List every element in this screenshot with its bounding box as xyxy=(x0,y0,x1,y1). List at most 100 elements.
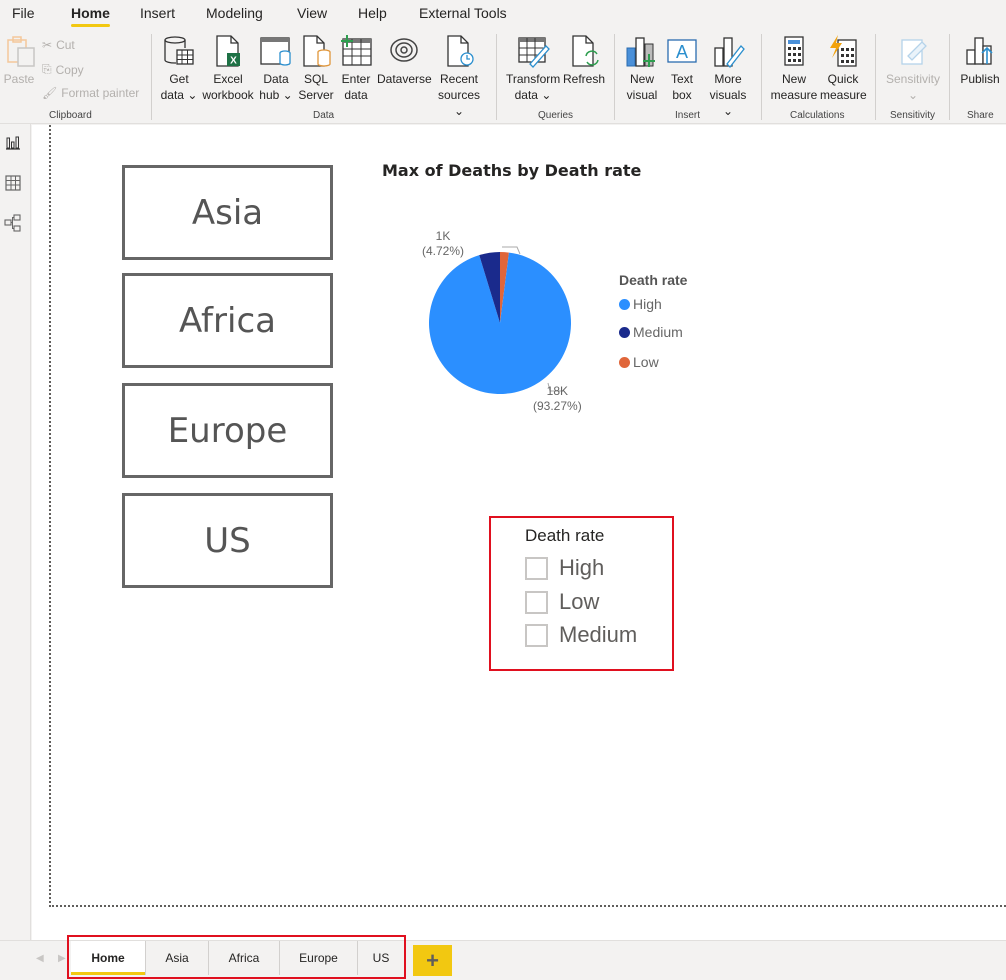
page-tab-home[interactable]: Home xyxy=(71,941,146,975)
menu-file[interactable]: File xyxy=(12,5,35,21)
menu-view[interactable]: View xyxy=(297,5,327,21)
group-label-queries: Queries xyxy=(538,110,574,121)
legend-item-high[interactable]: High xyxy=(619,296,662,312)
slicer-option-high[interactable]: High xyxy=(525,555,604,581)
group-label-sensitivity: Sensitivity xyxy=(890,110,936,121)
report-canvas: Asia Africa Europe US Max of Deaths by D… xyxy=(32,125,1006,940)
new-visual-icon xyxy=(625,34,659,68)
menu-modeling[interactable]: Modeling xyxy=(206,5,263,21)
publish-button[interactable]: Publish xyxy=(958,34,1002,87)
scroll-left-icon[interactable]: ◀ xyxy=(36,953,44,964)
more-visuals-button[interactable]: More visuals ⌄ xyxy=(703,34,753,119)
new-visual-button[interactable]: New visual xyxy=(624,34,660,103)
region-button-us[interactable]: US xyxy=(122,493,333,588)
database-icon xyxy=(162,34,196,68)
calculator-icon xyxy=(777,34,811,68)
get-data-button[interactable]: Get data ⌄ xyxy=(159,34,199,103)
region-button-europe[interactable]: Europe xyxy=(122,383,333,478)
cut-button[interactable]: ✂ Cut xyxy=(42,38,75,52)
group-label-insert: Insert xyxy=(675,110,701,121)
checkbox[interactable] xyxy=(525,623,548,647)
menu-help[interactable]: Help xyxy=(358,5,387,21)
scroll-right-icon[interactable]: ▶ xyxy=(58,953,66,964)
enter-data-icon xyxy=(339,34,373,68)
checkbox[interactable] xyxy=(525,590,548,614)
region-button-africa[interactable]: Africa xyxy=(122,273,333,368)
refresh-icon xyxy=(567,34,601,68)
ribbon-separator xyxy=(761,34,762,120)
sensitivity-button[interactable]: Sensitivity ⌄ xyxy=(884,34,942,103)
checkbox[interactable] xyxy=(525,556,548,580)
enter-data-button[interactable]: Enter data xyxy=(339,34,373,103)
scissors-icon: ✂ xyxy=(42,38,53,52)
quick-measure-button[interactable]: Quick measure xyxy=(820,34,867,103)
paintbrush-icon: 🖌 xyxy=(42,86,58,100)
report-view-icon[interactable] xyxy=(4,134,22,152)
death-rate-slicer: Death rate High Low Medium xyxy=(489,516,674,671)
recent-sources-button[interactable]: Recent sources ⌄ xyxy=(434,34,484,119)
add-page-button[interactable]: + xyxy=(413,945,452,976)
text-box-icon: A xyxy=(665,34,699,68)
more-visuals-icon xyxy=(711,34,745,68)
page-tab-africa[interactable]: Africa xyxy=(209,941,280,975)
ribbon-separator xyxy=(875,34,876,120)
group-label-share: Share xyxy=(967,110,994,121)
transform-data-icon xyxy=(516,34,550,68)
excel-workbook-button[interactable]: X Excel workbook xyxy=(200,34,256,103)
slicer-title: Death rate xyxy=(525,526,605,545)
page-tab-asia[interactable]: Asia xyxy=(146,941,209,975)
data-hub-icon xyxy=(259,34,293,68)
menu-bar: File Home Insert Modeling View Help Exte… xyxy=(0,0,1006,30)
copy-icon: ⎘ xyxy=(42,62,52,76)
quick-measure-icon xyxy=(826,34,860,68)
menu-external-tools[interactable]: External Tools xyxy=(419,5,507,21)
dataverse-button[interactable]: Dataverse xyxy=(377,34,432,87)
chart-title: Max of Deaths by Death rate xyxy=(382,161,642,180)
data-view-icon[interactable] xyxy=(4,174,22,192)
page-tab-us[interactable]: US xyxy=(358,941,404,975)
ribbon-separator xyxy=(496,34,497,120)
group-label-clipboard: Clipboard xyxy=(49,110,92,121)
legend-marker xyxy=(619,298,630,310)
publish-icon xyxy=(963,34,997,68)
group-label-data: Data xyxy=(313,110,335,121)
page-tabs-highlight: Home Asia Africa Europe US xyxy=(67,935,406,979)
ribbon-separator xyxy=(151,34,152,120)
sql-server-icon xyxy=(299,34,333,68)
sql-server-button[interactable]: SQL Server xyxy=(298,34,334,103)
legend-item-low[interactable]: Low xyxy=(619,354,659,370)
new-measure-button[interactable]: New measure xyxy=(769,34,819,103)
page-tabs-bar: ◀ ▶ Home Asia Africa Europe US + xyxy=(0,935,1006,980)
page-tab-europe[interactable]: Europe xyxy=(280,941,358,975)
legend-item-medium[interactable]: Medium xyxy=(619,324,683,340)
menu-home[interactable]: Home xyxy=(71,5,110,27)
group-label-calculations: Calculations xyxy=(790,110,845,121)
svg-text:A: A xyxy=(676,42,688,62)
sensitivity-label-icon xyxy=(896,34,930,68)
data-label-medium: 1K (4.72%) xyxy=(422,229,465,258)
region-button-asia[interactable]: Asia xyxy=(122,165,333,260)
text-box-button[interactable]: A Text box xyxy=(665,34,699,103)
copy-button[interactable]: ⎘ Copy xyxy=(42,62,84,77)
refresh-button[interactable]: Refresh xyxy=(563,34,605,87)
legend-title: Death rate xyxy=(619,272,688,288)
ribbon: Paste ✂ Cut ⎘ Copy 🖌 Format painter Clipboa… xyxy=(0,30,1006,124)
legend-marker xyxy=(619,326,630,338)
paste-button[interactable]: Paste xyxy=(3,34,35,87)
slicer-option-low[interactable]: Low xyxy=(525,589,599,615)
ribbon-separator xyxy=(949,34,950,120)
slicer-option-medium[interactable]: Medium xyxy=(525,622,637,648)
data-label-high: 18K (93.27%) xyxy=(533,384,582,413)
format-painter-button[interactable]: 🖌 Format painter xyxy=(42,86,139,100)
recent-sources-icon xyxy=(442,34,476,68)
model-view-icon[interactable] xyxy=(4,214,22,232)
transform-data-button[interactable]: Transform data ⌄ xyxy=(506,34,560,103)
view-switcher-rail xyxy=(0,124,31,940)
excel-icon: X xyxy=(211,34,245,68)
ribbon-separator xyxy=(614,34,615,120)
data-hub-button[interactable]: Data hub ⌄ xyxy=(258,34,294,103)
svg-text:X: X xyxy=(230,56,237,67)
paste-icon xyxy=(3,34,37,68)
menu-insert[interactable]: Insert xyxy=(140,5,175,21)
dataverse-icon xyxy=(387,34,421,68)
